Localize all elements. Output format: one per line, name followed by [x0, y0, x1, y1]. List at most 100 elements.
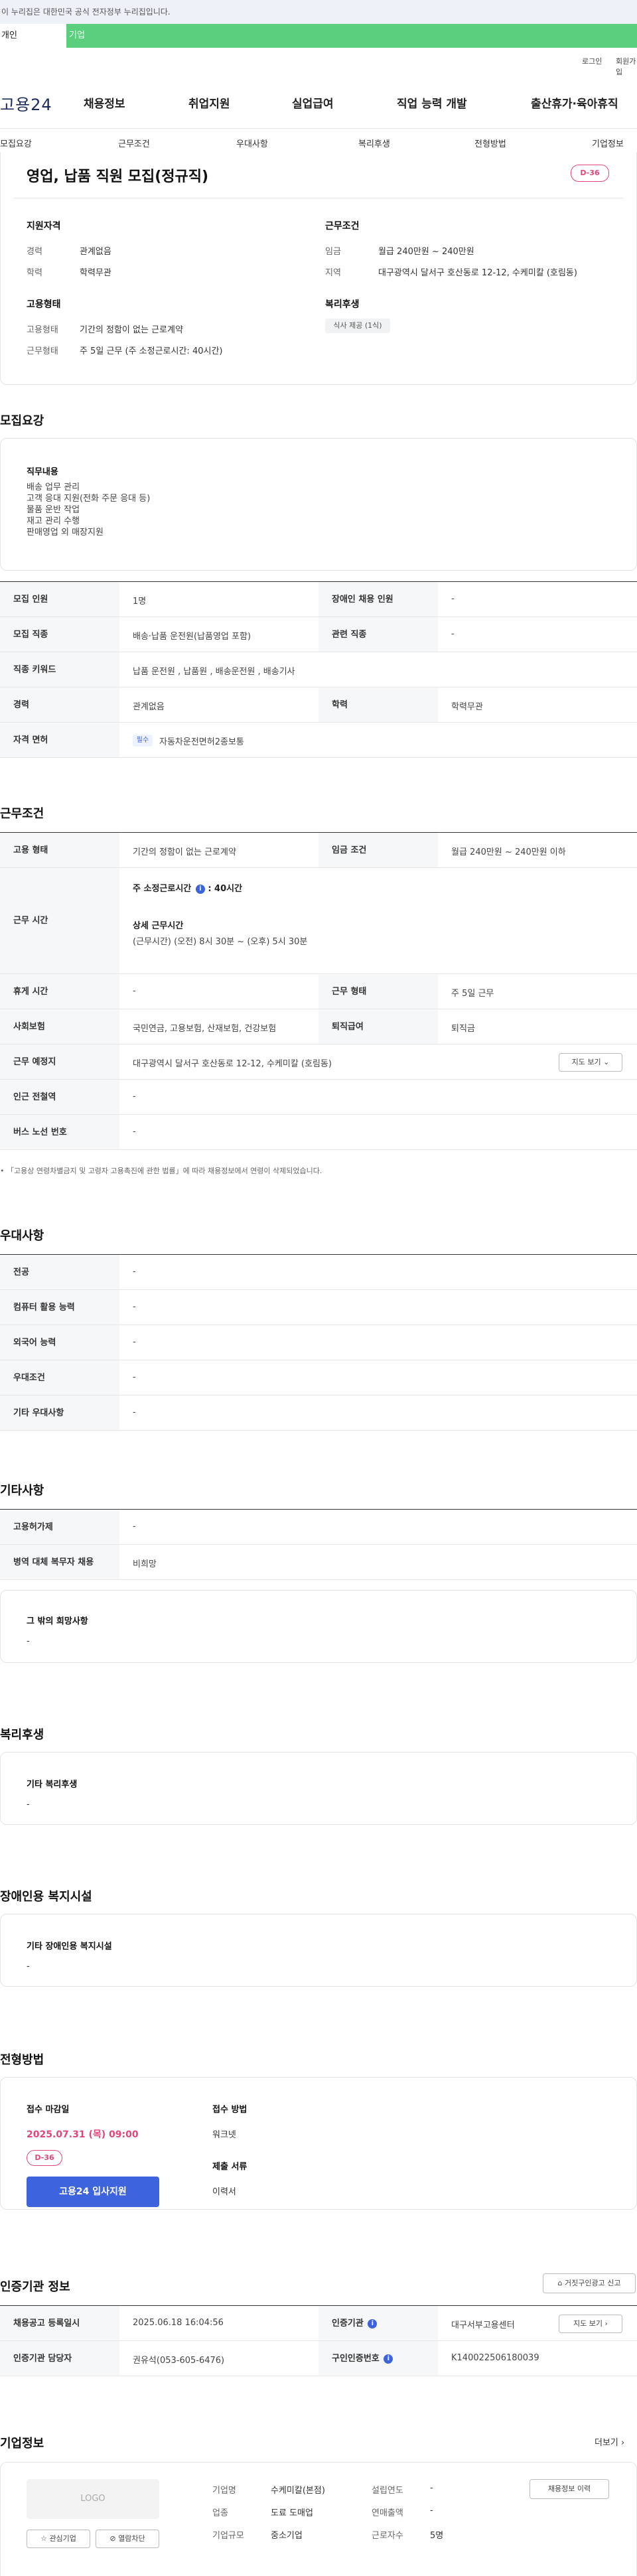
tab-enterprise[interactable]: 기업 [66, 24, 637, 48]
table-row: 외국어 능력 - [0, 1325, 637, 1360]
row-label: 장애인 채용 인원 [318, 582, 438, 616]
disabled-value: - [27, 1962, 30, 1971]
table-row: 인증기관 담당자 권유석(053-605-6476) 구인인증번호 i K140… [0, 2341, 637, 2376]
row-value: 1명 [133, 597, 147, 607]
row-label: 기타 우대사항 [0, 1395, 119, 1430]
map-button[interactable]: 지도 보기 ⌄ [559, 1053, 622, 1072]
tab-conditions[interactable]: 근무조건 [118, 137, 150, 149]
row-value: - [133, 1372, 136, 1382]
row-value: 2025.06.18 16:04:56 [133, 2318, 224, 2328]
report-button[interactable]: ⌂ 거짓구인광고 신고 [543, 2273, 636, 2293]
area-label: 지역 [325, 268, 341, 278]
info-icon[interactable]: i [384, 2354, 393, 2364]
row-value: - [133, 1092, 136, 1102]
employees-label: 근로자수 [372, 2531, 403, 2541]
gnb-employment-support[interactable]: 취업지원 [188, 94, 230, 111]
row-value: - [133, 1127, 136, 1137]
tab-individual[interactable]: 개인 [0, 24, 66, 48]
row-value: K140022506180039 [451, 2353, 539, 2363]
job-title: 영업, 납품 직원 모집(정규직) [27, 169, 209, 185]
row-value: 주 5일 근무 [451, 989, 494, 999]
worktype-label: 근무형태 [27, 346, 58, 356]
row-label: 병역 대체 복무자 채용 [0, 1545, 119, 1579]
gnb-unemployment-benefit[interactable]: 실업급여 [292, 94, 334, 111]
row-value: 관계없음 [133, 702, 165, 712]
tab-welfare[interactable]: 복리후생 [358, 137, 390, 149]
row-label: 인증기관 i [318, 2306, 438, 2340]
row-value: - [133, 1407, 136, 1417]
row-label: 전공 [0, 1255, 119, 1289]
row-label: 모집 인원 [0, 582, 119, 616]
more-link[interactable]: 더보기 › [595, 2435, 624, 2448]
tab-company[interactable]: 기업정보 [592, 137, 624, 149]
wish-value: - [27, 1636, 30, 1646]
row-label: 근무 형태 [318, 974, 438, 1009]
tab-preference[interactable]: 우대사항 [236, 137, 268, 149]
row-label: 버스 노선 번호 [0, 1115, 119, 1149]
row-label: 고용허가제 [0, 1510, 119, 1544]
row-label: 모집 직종 [0, 617, 119, 652]
row-value: 학력무관 [451, 702, 483, 712]
row-label: 우대조건 [0, 1360, 119, 1395]
row-value: 월급 240만원 ~ 240만원 이하 [451, 847, 566, 857]
detail-hours-heading: 상세 근무시간 [133, 921, 184, 931]
job-history-button[interactable]: 채용정보 이력 [530, 2479, 609, 2499]
row-label: 인근 전철역 [0, 1080, 119, 1114]
row-value: - [451, 629, 455, 639]
chevron-right-icon: › [604, 2319, 608, 2328]
industry-value: 도료 도매업 [271, 2508, 313, 2518]
size-value: 중소기업 [271, 2531, 303, 2541]
row-value: - [133, 1337, 136, 1347]
table-row: 버스 노선 번호 - [0, 1115, 637, 1150]
method-value: 워크넷 [212, 2130, 236, 2140]
map-button[interactable]: 지도 보기 › [559, 2315, 622, 2333]
row-label: 사회보험 [0, 1009, 119, 1044]
row-label: 채용공고 등록일시 [0, 2306, 119, 2340]
career-value: 관계없음 [80, 247, 111, 257]
recruit-heading: 모집요강 [0, 414, 44, 428]
gnb-skill-development[interactable]: 직업 능력 개발 [397, 94, 467, 111]
info-icon[interactable]: i [195, 884, 205, 894]
tab-process[interactable]: 전형방법 [474, 137, 506, 149]
welfare-tag: 식사 제공 (1식) [325, 319, 390, 333]
info-icon[interactable]: i [368, 2319, 378, 2328]
row-value: - [133, 1522, 136, 1532]
row-value: 기간의 정함이 없는 근로계약 [133, 847, 236, 857]
row-label: 휴게 시간 [0, 974, 119, 1009]
row-label: 컴퓨터 활용 능력 [0, 1290, 119, 1324]
row-value: 국민연금, 고용보험, 산재보험, 건강보험 [133, 1024, 277, 1034]
table-row: 고용 형태 기간의 정함이 없는 근로계약 임금 조건 월급 240만원 ~ 2… [0, 833, 637, 868]
table-row: 모집 인원 1명 장애인 채용 인원 - [0, 582, 637, 617]
year-label: 설립연도 [372, 2486, 403, 2496]
gnb-parental-leave[interactable]: 출산휴가·육아휴직 [531, 94, 618, 111]
row-value: - [133, 1267, 136, 1277]
edu-label: 학력 [27, 268, 42, 278]
benefit-heading: 복리후생 [0, 1728, 44, 1742]
wish-card [0, 1590, 637, 1663]
apply-button[interactable]: 고용24 입사지원 [27, 2177, 159, 2207]
site-logo[interactable]: 고용24 [0, 92, 52, 115]
member-type-bar: 개인 기업 [0, 24, 637, 48]
conditions-heading: 근무조건 [325, 221, 360, 232]
gnb-job-info[interactable]: 채용정보 [84, 94, 125, 111]
row-value: - [133, 986, 136, 996]
block-view-button[interactable]: ⊘ 열람차단 [96, 2530, 159, 2548]
docs-value: 이력서 [212, 2187, 236, 2197]
employees-value: 5명 [430, 2531, 444, 2541]
year-value: - [430, 2483, 433, 2493]
conditions-section-heading: 근무조건 [0, 807, 44, 821]
wage-value: 월급 240만원 ~ 240만원 [378, 247, 474, 257]
career-label: 경력 [27, 247, 42, 257]
benefit-card [0, 1752, 637, 1825]
emptype-value: 기간의 정함이 없는 근로계약 [80, 325, 183, 335]
table-row: 직종 키워드 납품 운전원 , 납품원 , 배송운전원 , 배송기사 [0, 652, 637, 687]
login-link[interactable]: 로그인 [582, 56, 602, 66]
detail-hours-value: (근무시간) (오전) 8시 30분 ~ (오후) 5시 30분 [133, 937, 308, 947]
wage-label: 임금 [325, 247, 341, 257]
row-value: - [451, 594, 455, 604]
row-label: 자격 면허 [0, 723, 119, 757]
fav-company-button[interactable]: ☆ 관심기업 [27, 2530, 90, 2548]
row-label: 임금 조건 [318, 833, 438, 867]
disabled-heading: 장애인용 복지시설 [0, 1890, 92, 1904]
tab-recruit[interactable]: 모집요강 [0, 137, 32, 149]
